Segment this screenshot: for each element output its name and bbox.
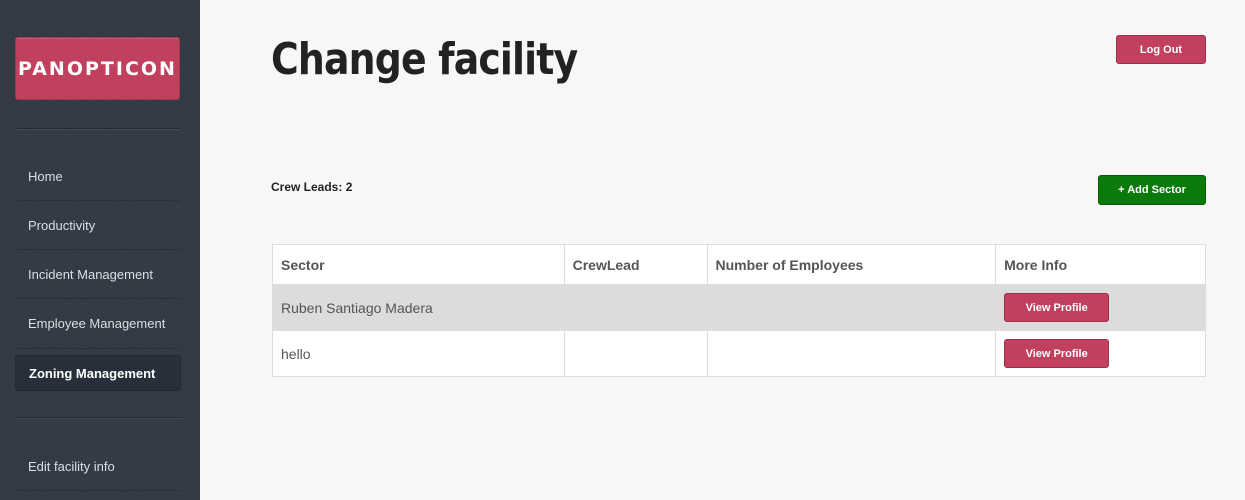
table-row: hello View Profile <box>272 330 1206 377</box>
more-info-cell: View Profile <box>995 284 1206 331</box>
sidebar-divider <box>15 298 181 299</box>
sector-cell: hello <box>272 330 565 377</box>
sidebar-item-zoning-management[interactable]: Zoning Management <box>15 355 181 391</box>
sidebar-item-productivity[interactable]: Productivity <box>15 207 181 243</box>
logout-button[interactable]: Log Out <box>1116 35 1206 64</box>
employees-cell <box>706 330 997 377</box>
sidebar-separator <box>15 128 181 130</box>
crewlead-cell <box>563 330 708 377</box>
table-row: Ruben Santiago Madera View Profile <box>272 284 1206 331</box>
sidebar-divider <box>15 200 181 201</box>
sidebar-item-edit-facility-info[interactable]: Edit facility info <box>15 448 181 484</box>
brand-logo[interactable]: PANOPTICON <box>15 37 180 100</box>
page-title: Change facility <box>271 34 578 85</box>
crewlead-cell <box>563 284 708 331</box>
sidebar-separator <box>15 417 181 419</box>
table-header-row: Sector CrewLead Number of Employees More… <box>272 244 1206 285</box>
sidebar-item-incident-management[interactable]: Incident Management <box>15 256 181 292</box>
column-header-crewlead: CrewLead <box>563 244 708 285</box>
column-header-number-of-employees: Number of Employees <box>706 244 997 285</box>
view-profile-button[interactable]: View Profile <box>1004 339 1110 368</box>
sidebar-divider <box>15 249 181 250</box>
crew-leads-count: Crew Leads: 2 <box>271 180 353 194</box>
add-sector-button[interactable]: + Add Sector <box>1098 175 1206 205</box>
sidebar: PANOPTICON Home Productivity Incident Ma… <box>0 0 200 500</box>
column-header-more-info: More Info <box>995 244 1206 285</box>
sectors-table: Sector CrewLead Number of Employees More… <box>272 244 1206 377</box>
sector-cell: Ruben Santiago Madera <box>272 284 565 331</box>
sidebar-item-employee-management[interactable]: Employee Management <box>15 305 181 341</box>
column-header-sector: Sector <box>272 244 565 285</box>
sidebar-item-home[interactable]: Home <box>15 158 181 194</box>
more-info-cell: View Profile <box>995 330 1206 377</box>
sidebar-divider <box>15 348 181 349</box>
employees-cell <box>706 284 997 331</box>
view-profile-button[interactable]: View Profile <box>1004 293 1110 322</box>
sidebar-divider <box>15 490 181 491</box>
